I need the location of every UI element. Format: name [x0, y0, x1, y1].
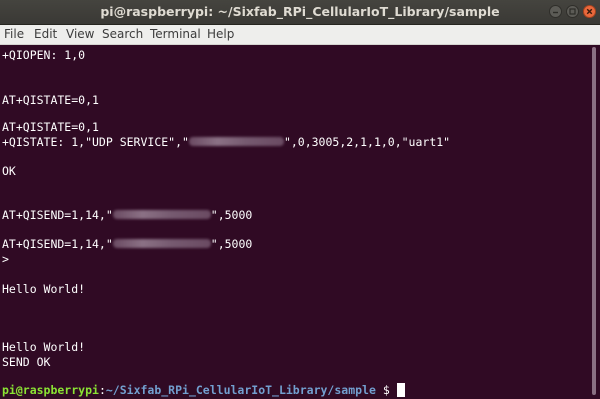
- terminal-output[interactable]: +QIOPEN: 1,0 AT+QISTATE=0,1 AT+QISTATE=0…: [0, 45, 588, 399]
- maximize-icon: [569, 8, 576, 15]
- output-line: AT+QISTATE=0,1: [2, 120, 99, 134]
- minimize-button[interactable]: [549, 5, 562, 18]
- output-line: AT+QISEND=1,14," ",5000: [2, 237, 252, 251]
- menu-edit[interactable]: Edit: [34, 27, 57, 42]
- maximize-button[interactable]: [566, 5, 579, 18]
- output-text: ",0,3005,2,1,1,0,"uart1": [283, 135, 451, 149]
- output-line: >: [2, 252, 9, 266]
- output-line: +QIOPEN: 1,0: [2, 48, 86, 62]
- output-text: AT+QISEND=1,14,": [2, 237, 113, 251]
- scrollbar[interactable]: [588, 45, 600, 399]
- output-line: AT+QISTATE=0,1: [2, 93, 99, 107]
- prompt-separator: :: [98, 383, 106, 397]
- title-bar[interactable]: pi@raspberrypi: ~/Sixfab_RPi_CellularIoT…: [0, 0, 600, 25]
- terminal-window: pi@raspberrypi: ~/Sixfab_RPi_CellularIoT…: [0, 0, 600, 399]
- redacted-ip: [112, 210, 211, 219]
- prompt-path: ~/Sixfab_RPi_CellularIoT_Library/sample: [105, 383, 376, 397]
- redacted-ip: [188, 137, 284, 146]
- prompt-user: pi@raspberrypi: [2, 383, 99, 397]
- menu-help[interactable]: Help: [207, 27, 234, 42]
- output-line: Hello World!: [2, 282, 86, 296]
- menu-file[interactable]: File: [4, 27, 24, 42]
- menu-search[interactable]: Search: [102, 27, 143, 42]
- minimize-icon: [553, 11, 558, 14]
- output-text: ",5000: [210, 237, 253, 251]
- window-title: pi@raspberrypi: ~/Sixfab_RPi_CellularIoT…: [100, 4, 500, 19]
- output-line: AT+QISEND=1,14," ",5000: [2, 208, 252, 222]
- menu-view[interactable]: View: [66, 27, 94, 42]
- menu-bar: File Edit View Search Terminal Help: [0, 25, 600, 45]
- redacted-ip: [112, 239, 211, 248]
- output-text: ",5000: [210, 208, 253, 222]
- output-line: Hello World!: [2, 340, 86, 354]
- prompt-symbol: $: [375, 383, 397, 397]
- output-text: +QISTATE: 1,"UDP SERVICE",": [2, 135, 189, 149]
- scrollbar-thumb[interactable]: [592, 47, 596, 395]
- shell-prompt: pi@raspberrypi:~/Sixfab_RPi_CellularIoT_…: [2, 383, 405, 397]
- close-icon: [586, 8, 593, 15]
- menu-terminal[interactable]: Terminal: [150, 27, 201, 42]
- output-line: +QISTATE: 1,"UDP SERVICE"," ",0,3005,2,1,…: [2, 135, 450, 149]
- output-line: SEND OK: [2, 355, 51, 369]
- close-button[interactable]: [583, 5, 596, 18]
- output-text: AT+QISEND=1,14,": [2, 208, 113, 222]
- output-line: OK: [2, 164, 16, 178]
- text-cursor[interactable]: [396, 383, 405, 397]
